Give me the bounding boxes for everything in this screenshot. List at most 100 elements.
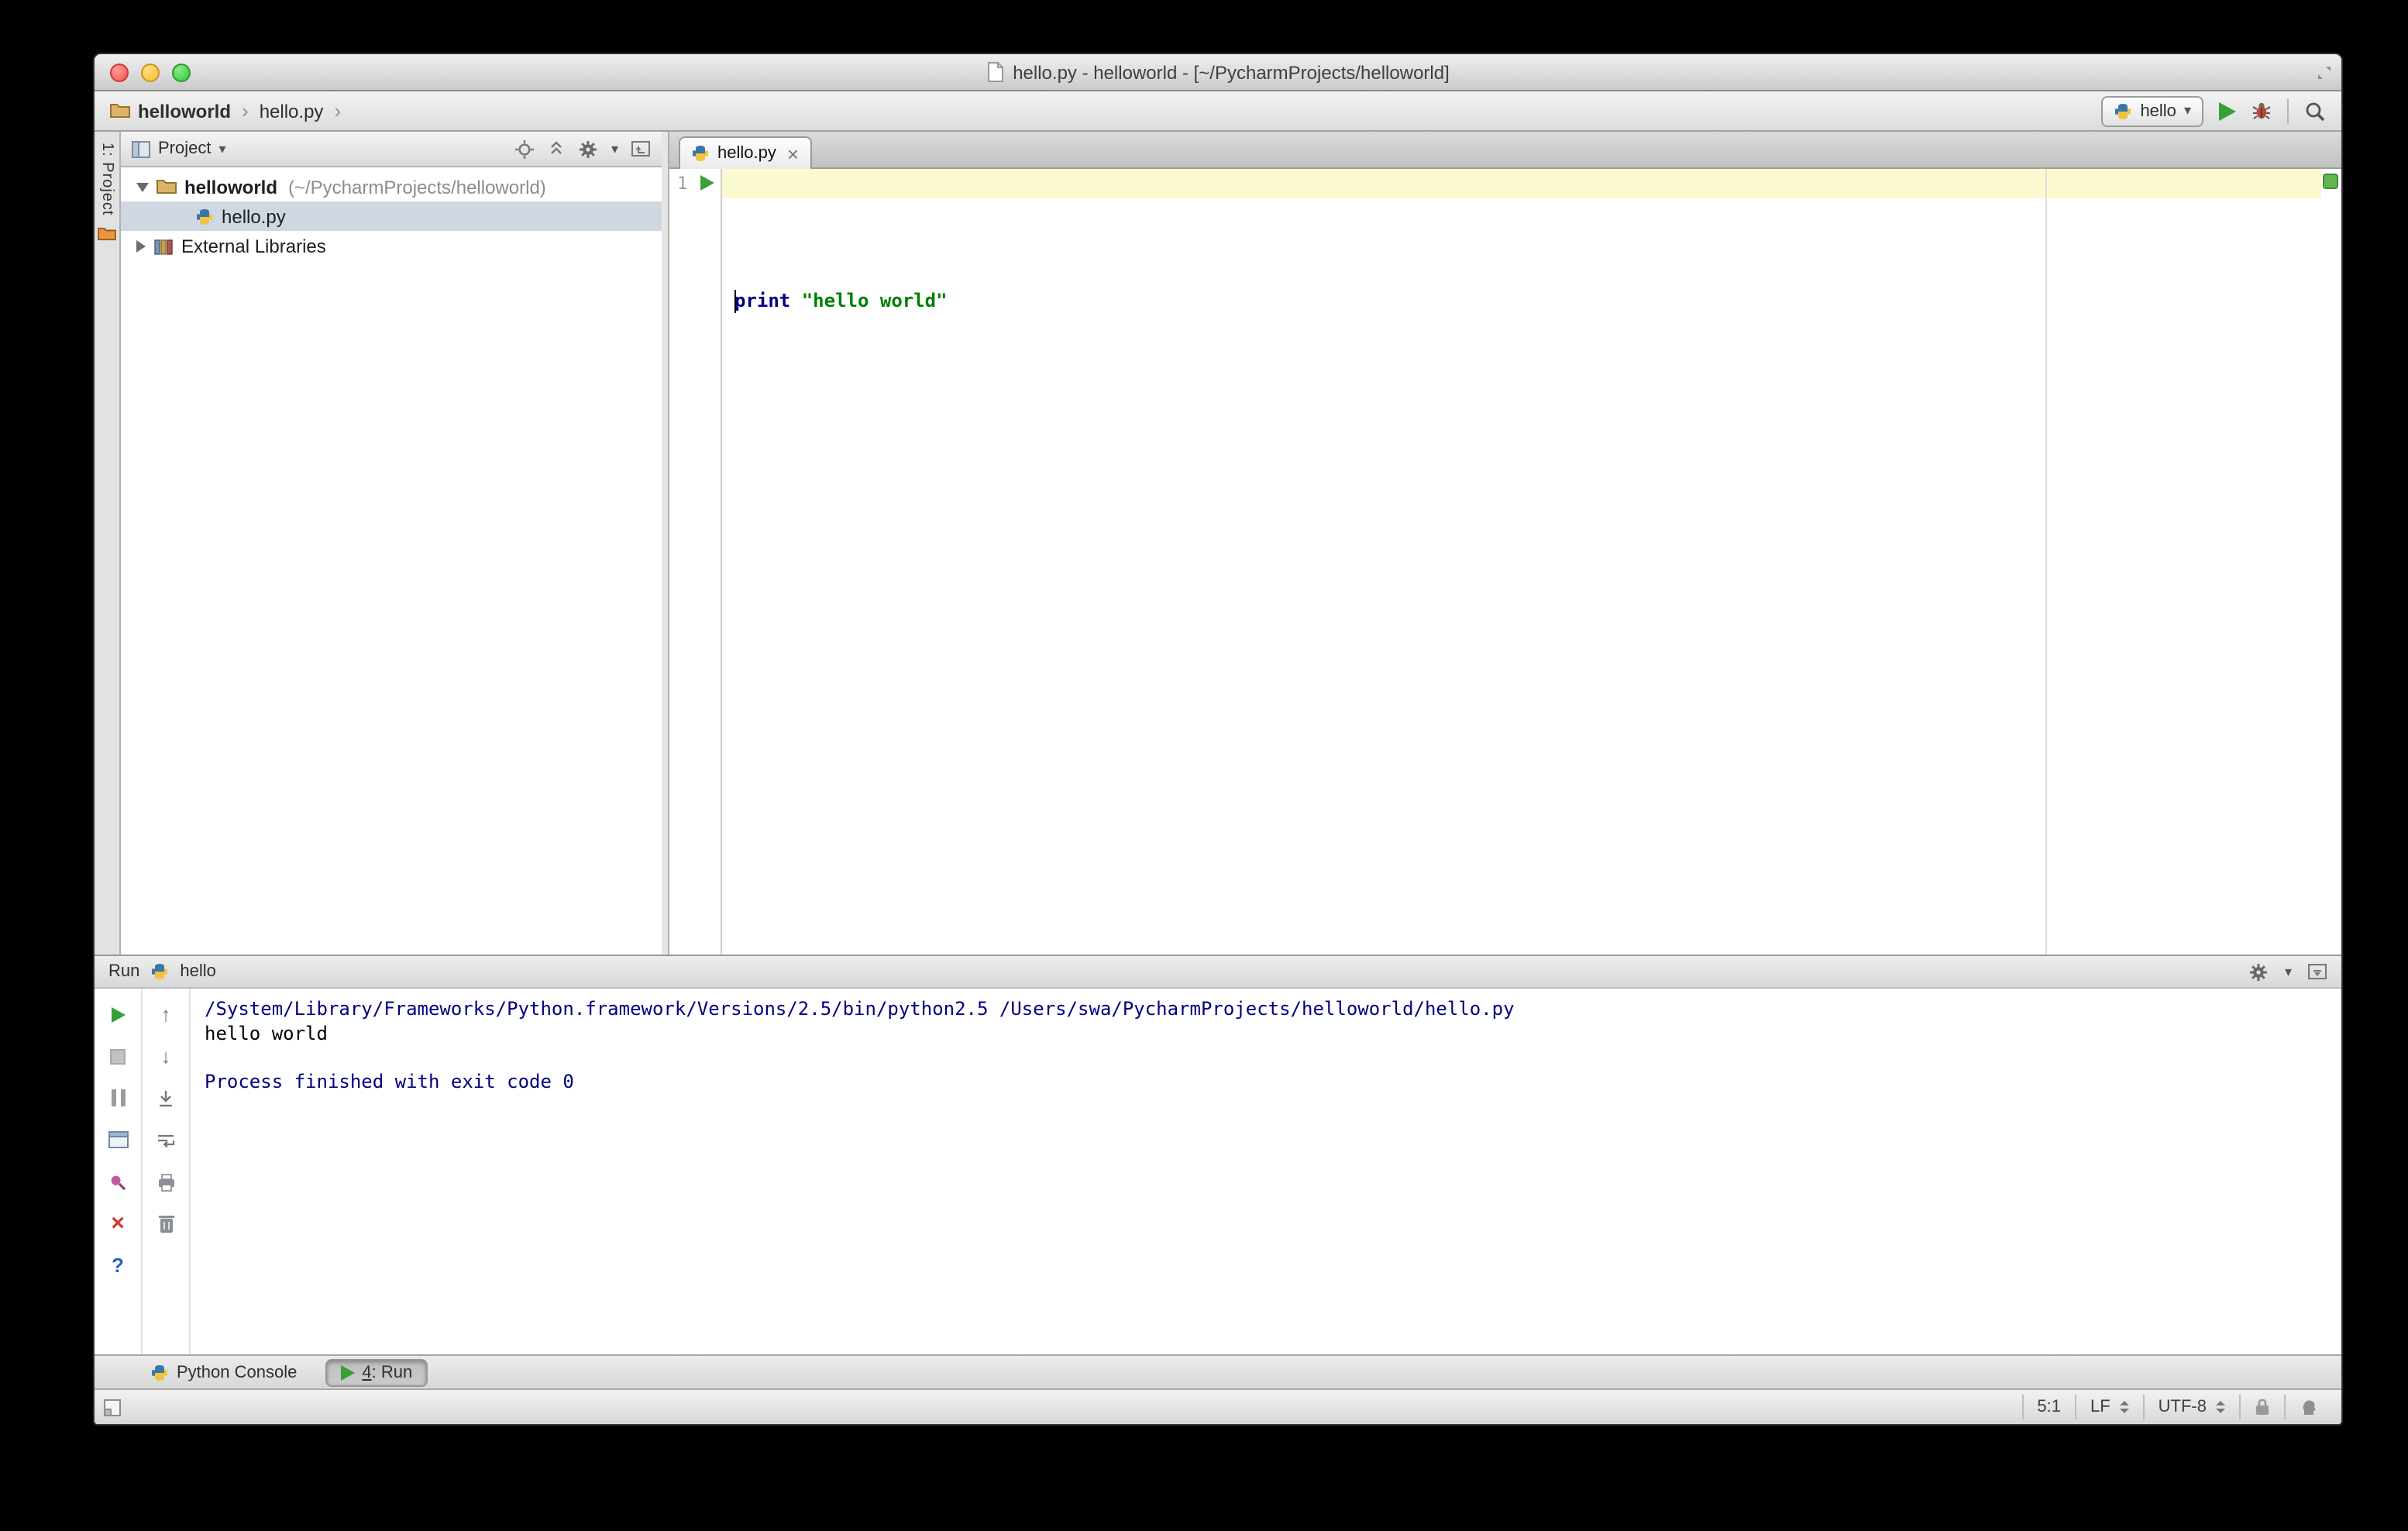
- collapse-all-button[interactable]: [548, 139, 566, 158]
- lock-icon: [2255, 1398, 2270, 1416]
- debug-button[interactable]: [2251, 101, 2272, 121]
- tree-item-hello-py[interactable]: hello.py: [121, 201, 662, 231]
- run-toolwindow-icon: [340, 1364, 355, 1380]
- traffic-lights: [110, 54, 191, 90]
- run-toolbar-secondary: ↑ ↓: [143, 989, 191, 1354]
- stepper-arrows-icon: [2119, 1401, 2129, 1413]
- project-tree: helloworld (~/PycharmProjects/helloworld…: [121, 167, 662, 955]
- close-console-button[interactable]: ×: [106, 1212, 129, 1235]
- line-number: 1: [677, 174, 688, 194]
- tree-item-external-libraries[interactable]: External Libraries: [121, 231, 662, 260]
- breadcrumb-separator-icon: ›: [334, 99, 342, 122]
- run-toolwindow-button[interactable]: 4: Run: [325, 1358, 428, 1386]
- error-stripe: [2321, 169, 2341, 955]
- external-libraries-icon: [153, 236, 174, 255]
- hector-inspector-icon: [2300, 1398, 2318, 1416]
- titlebar[interactable]: hello.py - helloworld - [~/PycharmProjec…: [95, 54, 2341, 91]
- run-configuration-name: hello: [2140, 101, 2176, 120]
- help-button[interactable]: ?: [106, 1254, 129, 1277]
- hide-panel-button[interactable]: [631, 139, 651, 158]
- code-line-1: print "hello world": [722, 287, 2321, 316]
- code-text-area[interactable]: print "hello world": [722, 169, 2321, 955]
- fullscreen-resize-icon[interactable]: [2315, 64, 2334, 82]
- run-header-toolbar: ▾: [2249, 962, 2327, 982]
- project-toolwindow-icon: [98, 227, 116, 243]
- run-panel-header: Run hello ▾: [95, 956, 2341, 989]
- run-tool-window: Run hello ▾ × ? ↑ ↓ /System/Library/Fram…: [95, 955, 2341, 1354]
- run-tab-mnemonic: 4: [362, 1363, 372, 1381]
- status-bar-widgets: 5:1 LF UTF-8: [2021, 1390, 2332, 1424]
- encoding-widget[interactable]: UTF-8: [2142, 1395, 2239, 1419]
- hide-panel-button[interactable]: [2307, 962, 2327, 981]
- toolwindow-quick-access-icon[interactable]: [104, 1399, 121, 1416]
- locate-button[interactable]: [515, 139, 535, 159]
- console-line: /System/Library/Frameworks/Python.framew…: [205, 998, 1515, 1020]
- caret-position-widget[interactable]: 5:1: [2021, 1395, 2075, 1419]
- tree-item-label: External Libraries: [181, 235, 326, 256]
- project-panel: Project ▾ ▾ helloworld (~/PycharmProject…: [121, 132, 662, 955]
- stop-button[interactable]: [106, 1044, 129, 1068]
- editor-gutter: 1: [669, 169, 722, 955]
- console-line: hello world: [205, 1022, 328, 1044]
- tab-hello-py[interactable]: hello.py ×: [679, 136, 812, 169]
- window-title: hello.py - helloworld - [~/PycharmProjec…: [1013, 61, 1450, 83]
- project-stripe-button[interactable]: 1: Project: [98, 143, 116, 243]
- highlighting-level-widget[interactable]: [2284, 1395, 2332, 1419]
- stepper-arrows-icon: [2216, 1401, 2225, 1413]
- breadcrumb-project[interactable]: helloworld: [138, 100, 231, 122]
- scroll-to-end-button[interactable]: [154, 1086, 177, 1110]
- python-logo-icon: [2114, 101, 2132, 120]
- pause-output-button[interactable]: [106, 1086, 129, 1110]
- readonly-lock-widget[interactable]: [2239, 1395, 2284, 1419]
- navigation-bar: helloworld › hello.py › hello ▾: [95, 91, 2341, 132]
- window-title-area: hello.py - helloworld - [~/PycharmProjec…: [95, 54, 2341, 90]
- minimize-window-button[interactable]: [141, 63, 160, 81]
- python-logo-icon: [150, 962, 169, 981]
- panel-splitter[interactable]: [662, 132, 669, 955]
- toolbar-separator: [2287, 98, 2289, 123]
- soft-wrap-button[interactable]: [154, 1128, 177, 1151]
- caret-row-highlight: [722, 169, 2321, 198]
- zoom-window-button[interactable]: [172, 63, 191, 81]
- desktop: hello.py - helloworld - [~/PycharmProjec…: [0, 0, 2408, 1531]
- restore-layout-button[interactable]: [106, 1128, 129, 1151]
- run-toolbar-primary: × ?: [95, 989, 143, 1354]
- bottom-tool-stripe: Python Console 4: Run: [95, 1354, 2341, 1388]
- run-config-tab-label[interactable]: hello: [180, 962, 216, 981]
- clear-all-button[interactable]: [154, 1212, 177, 1235]
- folder-icon: [157, 178, 177, 195]
- python-console-button[interactable]: Python Console: [135, 1358, 312, 1386]
- run-configuration-dropdown[interactable]: hello ▾: [2101, 95, 2203, 126]
- code-editor: 1 print "hello world": [669, 169, 2341, 955]
- rerun-button[interactable]: [106, 1003, 129, 1026]
- settings-gear-button[interactable]: [579, 139, 599, 159]
- status-bar: 5:1 LF UTF-8: [95, 1388, 2341, 1424]
- project-panel-toolbar: ▾: [515, 139, 651, 159]
- print-button[interactable]: [154, 1170, 177, 1193]
- expander-icon[interactable]: [136, 239, 146, 252]
- close-window-button[interactable]: [110, 63, 129, 81]
- run-button[interactable]: [2219, 101, 2236, 120]
- settings-gear-button[interactable]: [2249, 962, 2269, 982]
- pin-tab-button[interactable]: [106, 1170, 129, 1193]
- pycharm-window: hello.py - helloworld - [~/PycharmProjec…: [93, 53, 2343, 1426]
- tree-item-helloworld[interactable]: helloworld (~/PycharmProjects/helloworld…: [121, 172, 662, 201]
- next-occurrence-button[interactable]: ↓: [154, 1044, 177, 1068]
- editor-tab-bar: hello.py ×: [669, 132, 2341, 169]
- console-line: Process finished with exit code 0: [205, 1070, 574, 1092]
- close-tab-icon[interactable]: ×: [787, 143, 799, 163]
- run-line-icon[interactable]: [700, 175, 714, 191]
- run-console-output[interactable]: /System/Library/Frameworks/Python.framew…: [191, 989, 2341, 1354]
- tree-item-label: hello.py: [222, 205, 286, 227]
- breadcrumb-file[interactable]: hello.py: [260, 100, 324, 122]
- project-view-icon: [132, 140, 150, 157]
- project-view-dropdown[interactable]: Project: [158, 139, 212, 158]
- run-panel-body: × ? ↑ ↓ /System/Library/Frameworks/Pytho…: [95, 989, 2341, 1354]
- inspection-status-indicator[interactable]: [2323, 174, 2338, 189]
- search-everywhere-button[interactable]: [2304, 100, 2326, 122]
- run-tab-suffix: : Run: [371, 1363, 413, 1381]
- expander-icon[interactable]: [136, 182, 149, 191]
- line-separator-widget[interactable]: LF: [2074, 1395, 2143, 1419]
- prev-occurrence-button[interactable]: ↑: [154, 1003, 177, 1026]
